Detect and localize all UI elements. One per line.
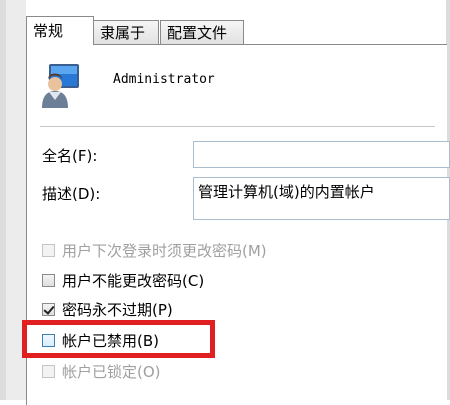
option-label: 密码永不过期(P): [62, 300, 173, 319]
fullname-label: 全名(F):: [42, 147, 98, 165]
option-label: 帐户已锁定(O): [62, 362, 161, 381]
tab-general[interactable]: 常规: [26, 16, 94, 45]
option-password-never-expires[interactable]: 密码永不过期(P): [42, 299, 173, 319]
option-must-change-password[interactable]: 用户下次登录时须更改密码(M): [42, 240, 267, 260]
must-change-password-checkbox[interactable]: [42, 243, 55, 257]
password-never-expires-checkbox[interactable]: [42, 302, 55, 316]
user-account-icon: [42, 64, 79, 108]
option-label: 用户不能更改密码(C): [62, 271, 205, 290]
separator: [40, 126, 435, 127]
cannot-change-password-checkbox[interactable]: [42, 273, 55, 287]
highlight-box: [22, 320, 215, 358]
option-account-locked[interactable]: 帐户已锁定(O): [42, 361, 161, 381]
tab-profile[interactable]: 配置文件: [160, 20, 244, 44]
account-locked-checkbox[interactable]: [42, 364, 55, 378]
option-cannot-change-password[interactable]: 用户不能更改密码(C): [42, 270, 204, 290]
tab-member-of[interactable]: 隶属于: [93, 20, 159, 44]
option-label: 用户下次登录时须更改密码(M): [62, 241, 267, 260]
description-label: 描述(D):: [42, 185, 101, 203]
fullname-input[interactable]: [193, 141, 450, 168]
description-input[interactable]: 管理计算机(域)的内置帐户: [193, 177, 450, 220]
username-label: Administrator: [113, 72, 215, 87]
